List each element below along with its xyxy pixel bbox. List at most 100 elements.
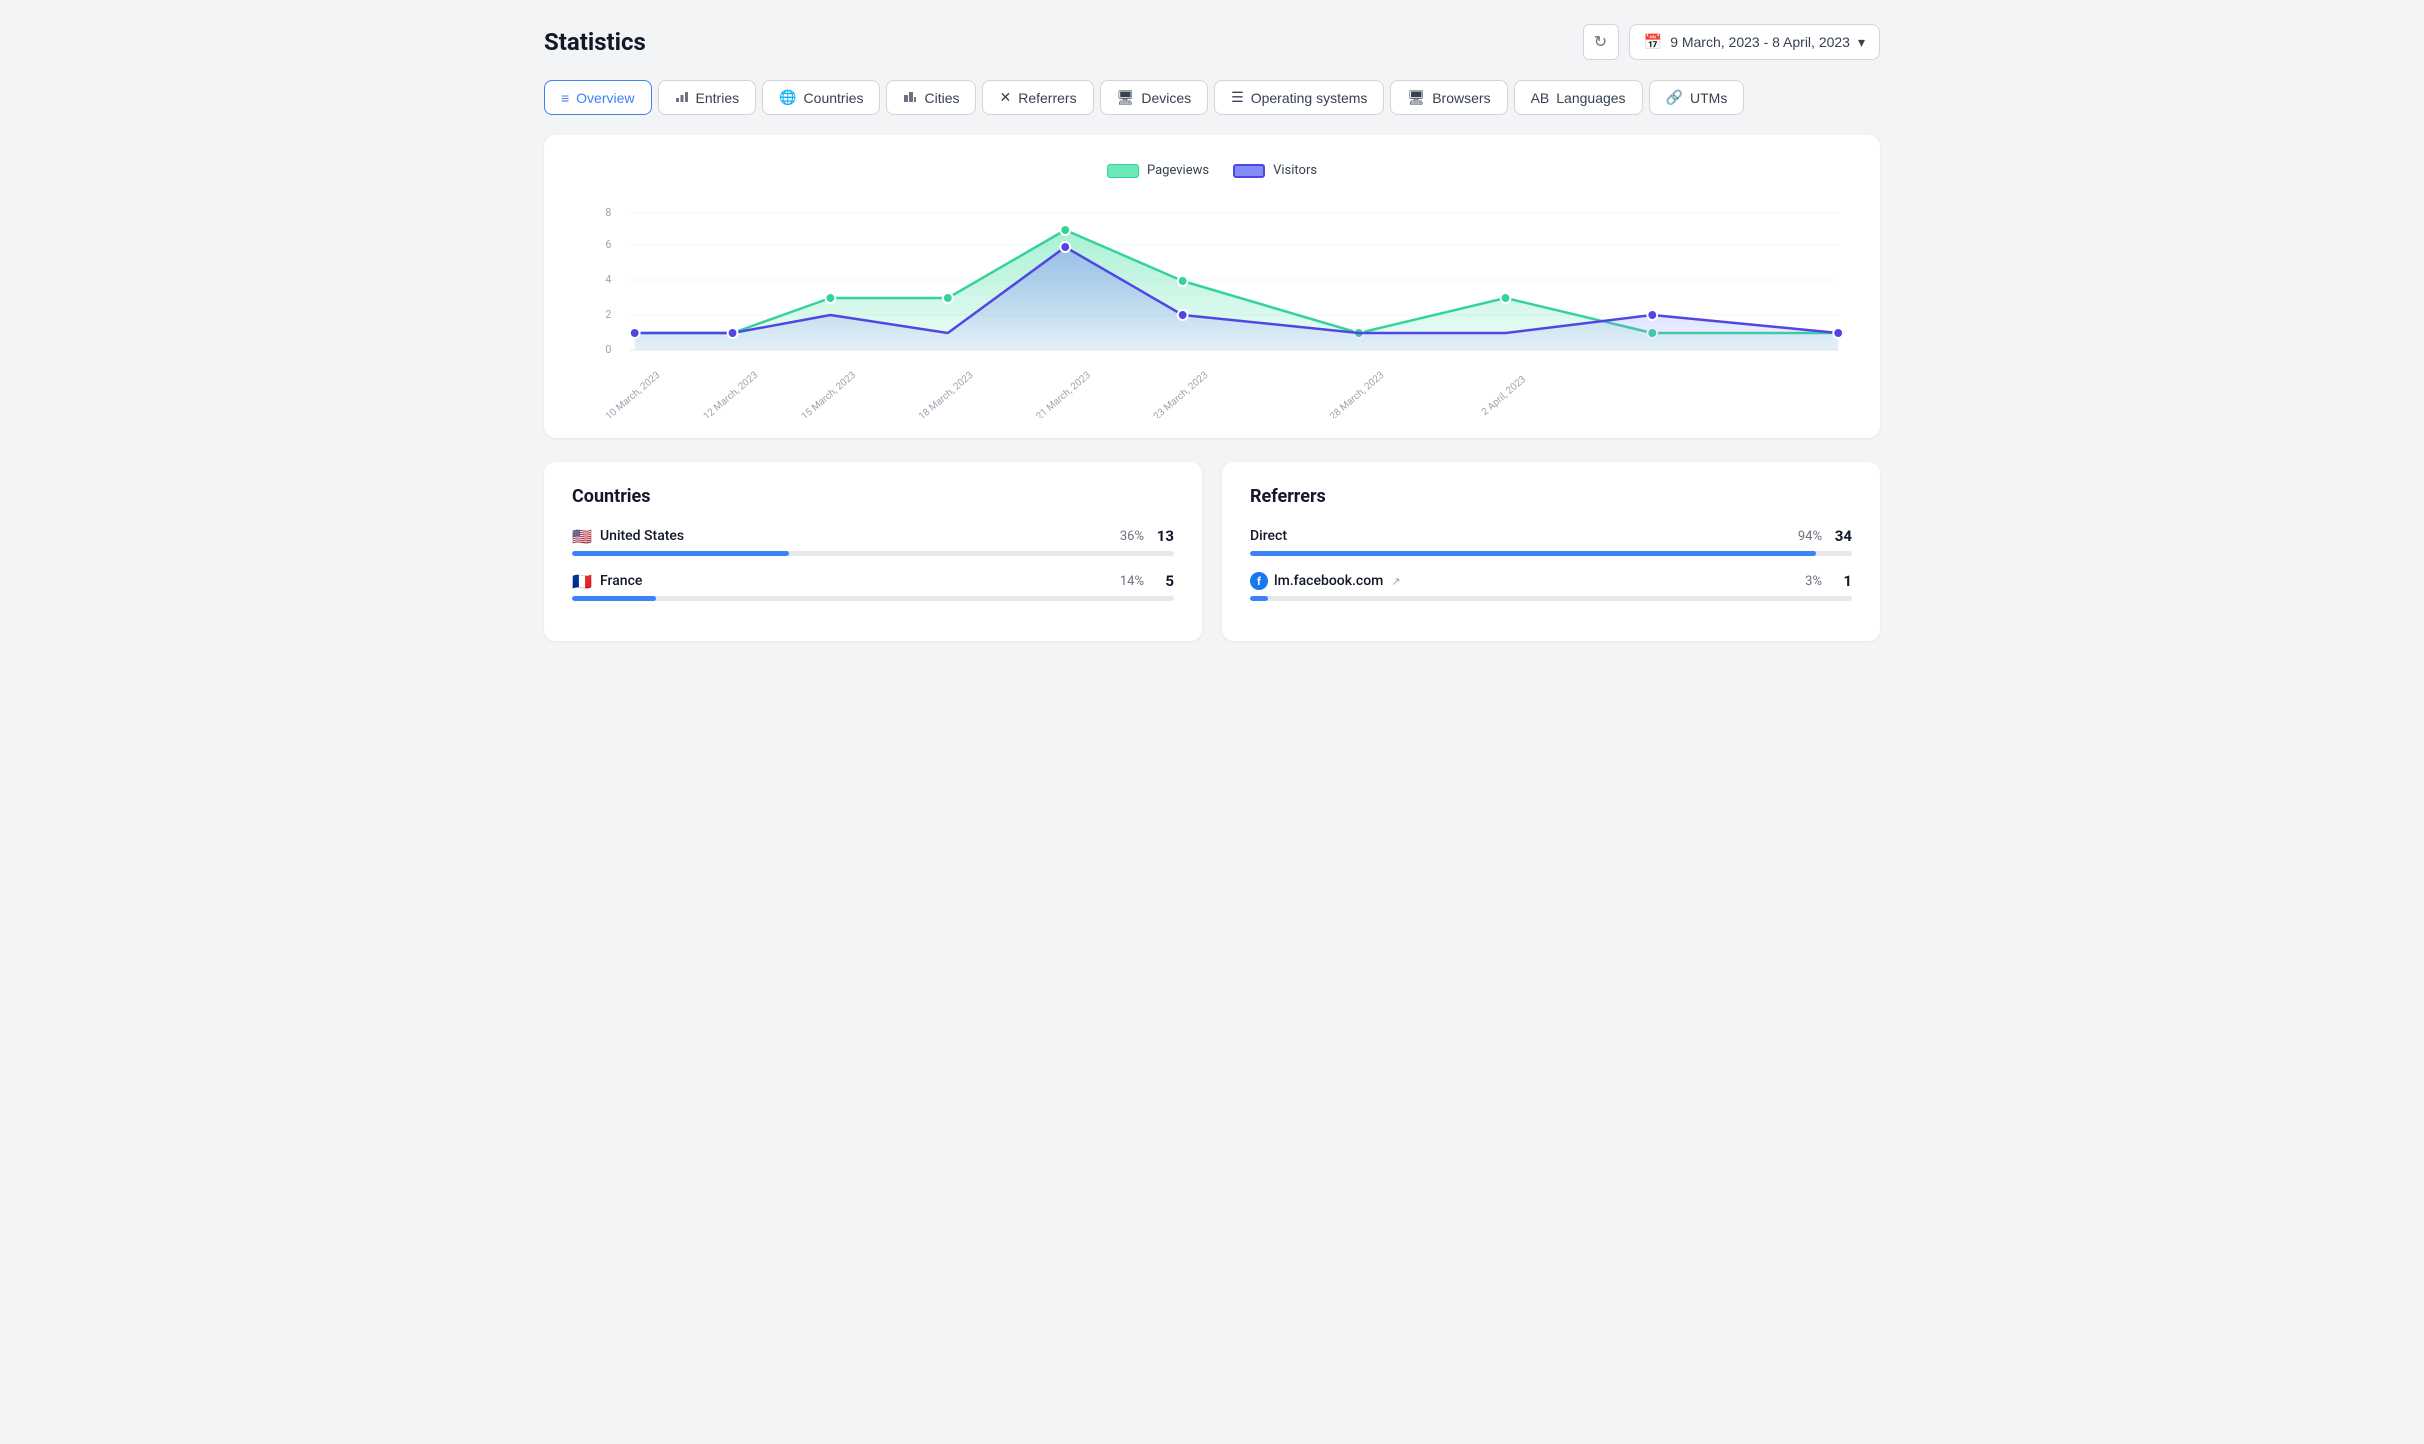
country-us-name: United States <box>600 528 684 544</box>
tab-overview[interactable]: ≡ Overview <box>544 80 652 115</box>
referrer-facebook-name: lm.facebook.com <box>1274 573 1383 589</box>
svg-text:6: 6 <box>605 238 611 251</box>
country-us-stats: 36% 13 <box>1120 527 1174 545</box>
svg-text:21 March, 2023: 21 March, 2023 <box>1034 370 1093 418</box>
referrer-facebook-progress-bg <box>1250 596 1852 601</box>
country-row-fr-header: 🇫🇷 France 14% 5 <box>572 572 1174 590</box>
page-title: Statistics <box>544 28 646 56</box>
svg-text:2: 2 <box>605 308 611 321</box>
country-us-label: 🇺🇸 United States <box>572 528 684 544</box>
tab-browsers[interactable]: 🖥 Browsers <box>1390 80 1507 115</box>
country-fr-progress-bg <box>572 596 1174 601</box>
tab-countries-label: Countries <box>804 90 864 106</box>
tab-languages-label: Languages <box>1556 90 1625 106</box>
country-fr-name: France <box>600 573 642 589</box>
cities-icon <box>903 89 917 106</box>
tab-cities-label: Cities <box>924 90 959 106</box>
countries-icon: 🌐 <box>779 89 796 106</box>
fr-flag: 🇫🇷 <box>572 574 592 588</box>
legend-pageviews: Pageviews <box>1107 163 1209 178</box>
facebook-icon: f <box>1250 572 1268 590</box>
external-link-icon: ↗ <box>1391 575 1400 588</box>
browsers-icon: 🖥 <box>1407 89 1425 106</box>
legend-visitors: Visitors <box>1233 163 1317 178</box>
referrer-row-direct: Direct 94% 34 <box>1250 527 1852 556</box>
tab-cities[interactable]: Cities <box>886 80 976 115</box>
country-fr-label: 🇫🇷 France <box>572 573 642 589</box>
svg-text:2 April, 2023: 2 April, 2023 <box>1480 374 1528 418</box>
tab-browsers-label: Browsers <box>1432 90 1490 106</box>
tab-languages[interactable]: AB Languages <box>1514 80 1643 115</box>
entries-icon <box>675 89 689 106</box>
chevron-down-icon: ▾ <box>1858 34 1865 51</box>
referrer-facebook-progress-fill <box>1250 596 1268 601</box>
tab-devices[interactable]: 🖥 Devices <box>1100 80 1209 115</box>
tab-utms-label: UTMs <box>1690 90 1727 106</box>
referrer-direct-name: Direct <box>1250 528 1287 544</box>
chart-card: Pageviews Visitors 8 6 4 2 0 <box>544 135 1880 438</box>
countries-card-title: Countries <box>572 486 1174 507</box>
svg-text:23 March, 2023: 23 March, 2023 <box>1152 370 1211 418</box>
referrer-facebook-count: 1 <box>1832 572 1852 590</box>
country-fr-progress-fill <box>572 596 656 601</box>
visitors-legend-box <box>1233 164 1265 178</box>
languages-icon: AB <box>1531 90 1550 106</box>
referrer-facebook-pct: 3% <box>1805 574 1822 589</box>
os-icon: ☰ <box>1231 89 1244 106</box>
utms-icon: 🔗 <box>1666 89 1683 106</box>
svg-text:10 March, 2023: 10 March, 2023 <box>604 370 663 418</box>
referrer-direct-count: 34 <box>1832 527 1852 545</box>
country-us-pct: 36% <box>1120 529 1144 544</box>
referrer-facebook-header: f lm.facebook.com ↗ 3% 1 <box>1250 572 1852 590</box>
calendar-icon: 📅 <box>1644 33 1663 51</box>
svg-text:28 March, 2023: 28 March, 2023 <box>1328 370 1387 418</box>
country-row-us: 🇺🇸 United States 36% 13 <box>572 527 1174 556</box>
chart-svg: 8 6 4 2 0 <box>576 198 1848 418</box>
referrers-card-title: Referrers <box>1250 486 1852 507</box>
chart-area: 8 6 4 2 0 <box>576 198 1848 418</box>
country-row-fr: 🇫🇷 France 14% 5 <box>572 572 1174 601</box>
date-range-label: 9 March, 2023 - 8 April, 2023 <box>1670 34 1850 50</box>
devices-icon: 🖥 <box>1117 89 1135 106</box>
country-fr-count: 5 <box>1154 572 1174 590</box>
referrer-facebook-stats: 3% 1 <box>1805 572 1852 590</box>
referrers-card: Referrers Direct 94% 34 <box>1222 462 1880 641</box>
tabs-navigation: ≡ Overview Entries 🌐 Countries <box>544 80 1880 115</box>
country-fr-stats: 14% 5 <box>1120 572 1174 590</box>
svg-text:8: 8 <box>605 206 611 219</box>
chart-legend: Pageviews Visitors <box>576 163 1848 178</box>
country-us-progress-bg <box>572 551 1174 556</box>
tab-countries[interactable]: 🌐 Countries <box>762 80 880 115</box>
us-flag: 🇺🇸 <box>572 529 592 543</box>
svg-text:18 March, 2023: 18 March, 2023 <box>917 370 976 418</box>
tab-os-label: Operating systems <box>1251 90 1368 106</box>
referrer-direct-stats: 94% 34 <box>1798 527 1852 545</box>
refresh-button[interactable]: ↻ <box>1583 24 1619 60</box>
tab-devices-label: Devices <box>1141 90 1191 106</box>
date-range-button[interactable]: 📅 9 March, 2023 - 8 April, 2023 ▾ <box>1629 24 1881 60</box>
svg-text:15 March, 2023: 15 March, 2023 <box>800 370 859 418</box>
country-us-progress-fill <box>572 551 789 556</box>
tab-overview-label: Overview <box>576 90 634 106</box>
svg-text:0: 0 <box>605 343 611 356</box>
countries-card: Countries 🇺🇸 United States 36% 13 <box>544 462 1202 641</box>
country-fr-pct: 14% <box>1120 574 1144 589</box>
referrer-direct-pct: 94% <box>1798 529 1822 544</box>
svg-text:4: 4 <box>605 273 611 286</box>
tab-referrers-label: Referrers <box>1018 90 1076 106</box>
tab-entries[interactable]: Entries <box>658 80 757 115</box>
referrer-row-facebook: f lm.facebook.com ↗ 3% 1 <box>1250 572 1852 601</box>
tab-utms[interactable]: 🔗 UTMs <box>1649 80 1745 115</box>
tab-referrers[interactable]: ✕ Referrers <box>982 80 1093 115</box>
visitors-legend-label: Visitors <box>1273 163 1317 178</box>
header-actions: ↻ 📅 9 March, 2023 - 8 April, 2023 ▾ <box>1583 24 1881 60</box>
tab-entries-label: Entries <box>696 90 740 106</box>
pageviews-legend-box <box>1107 164 1139 178</box>
bottom-cards: Countries 🇺🇸 United States 36% 13 <box>544 462 1880 641</box>
page-header: Statistics ↻ 📅 9 March, 2023 - 8 April, … <box>544 24 1880 60</box>
referrer-facebook-label: f lm.facebook.com ↗ <box>1250 572 1401 590</box>
tab-operating-systems[interactable]: ☰ Operating systems <box>1214 80 1384 115</box>
referrers-icon: ✕ <box>999 89 1011 106</box>
referrer-direct-label: Direct <box>1250 528 1287 544</box>
pageviews-legend-label: Pageviews <box>1147 163 1209 178</box>
